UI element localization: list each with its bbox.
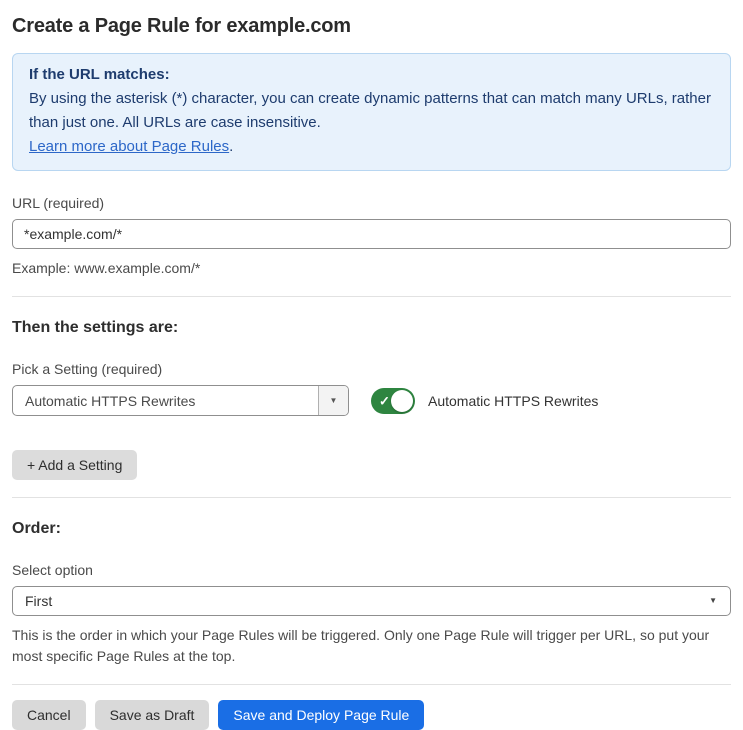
add-setting-button[interactable]: + Add a Setting xyxy=(12,450,138,480)
url-helper-text: Example: www.example.com/* xyxy=(12,260,201,276)
order-select-value: First xyxy=(25,593,53,609)
toggle-label: Automatic HTTPS Rewrites xyxy=(428,392,599,409)
url-match-info-box: If the URL matches: By using the asteris… xyxy=(12,53,731,171)
save-and-deploy-button[interactable]: Save and Deploy Page Rule xyxy=(218,700,425,730)
setting-row: Automatic HTTPS Rewrites ▼ ✓ Automatic H… xyxy=(12,385,731,416)
chevron-down-icon: ▼ xyxy=(329,395,338,405)
learn-more-link[interactable]: Learn more about Page Rules xyxy=(29,138,229,155)
info-box-body-text: By using the asterisk (*) character, you… xyxy=(29,90,711,131)
cancel-button[interactable]: Cancel xyxy=(12,700,86,730)
order-helper-text: This is the order in which your Page Rul… xyxy=(12,627,710,664)
info-box-body: By using the asterisk (*) character, you… xyxy=(29,87,714,135)
pick-setting-label: Pick a Setting (required) xyxy=(12,361,163,377)
check-icon: ✓ xyxy=(379,393,390,408)
divider xyxy=(12,497,731,498)
setting-dropdown-value: Automatic HTTPS Rewrites xyxy=(25,392,196,409)
create-page-rule-form: Create a Page Rule for example.com If th… xyxy=(0,15,743,730)
link-suffix: . xyxy=(229,138,234,155)
select-option-label: Select option xyxy=(12,562,93,578)
page-title: Create a Page Rule for example.com xyxy=(12,15,351,37)
setting-dropdown-arrow-button[interactable]: ▼ xyxy=(318,386,348,415)
order-section-heading: Order: xyxy=(12,520,61,537)
url-label: URL (required) xyxy=(12,195,105,211)
settings-section-heading: Then the settings are: xyxy=(12,319,179,336)
automatic-https-rewrites-toggle[interactable]: ✓ xyxy=(371,387,415,414)
save-as-draft-button[interactable]: Save as Draft xyxy=(94,700,210,730)
footer-actions: Cancel Save as Draft Save and Deploy Pag… xyxy=(12,700,731,730)
order-select[interactable]: First ▼ xyxy=(12,586,731,616)
divider xyxy=(12,684,731,685)
info-box-link-line: Learn more about Page Rules. xyxy=(29,135,714,159)
url-input[interactable] xyxy=(12,219,731,249)
divider xyxy=(12,296,731,297)
toggle-knob xyxy=(391,389,413,412)
setting-dropdown[interactable]: Automatic HTTPS Rewrites ▼ xyxy=(12,385,349,416)
chevron-down-icon: ▼ xyxy=(709,596,717,605)
info-box-heading: If the URL matches: xyxy=(29,66,170,83)
